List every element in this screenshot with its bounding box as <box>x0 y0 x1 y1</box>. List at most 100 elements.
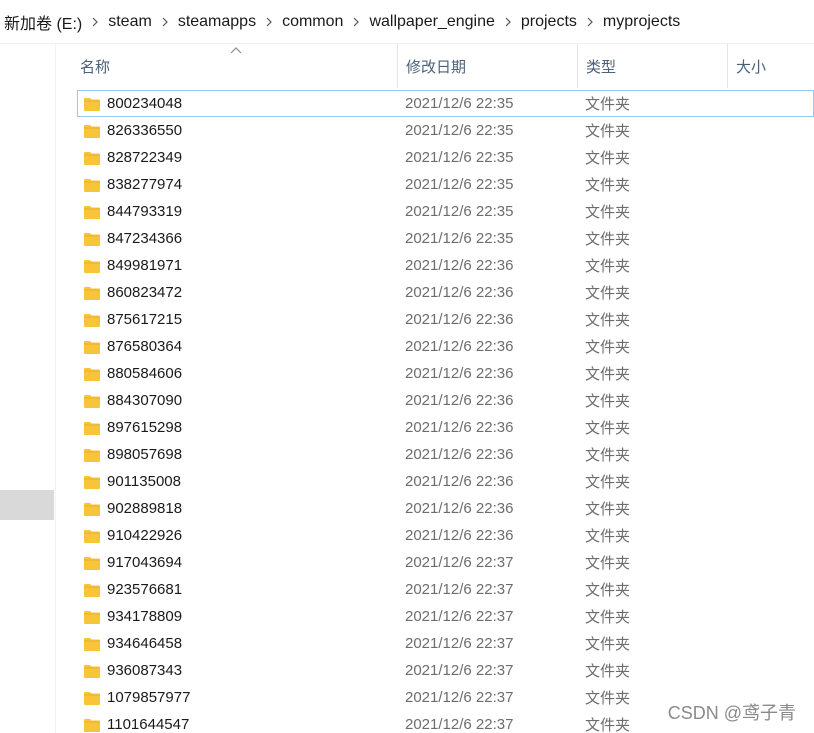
folder-icon <box>84 151 100 165</box>
nav-selected-item[interactable] <box>0 490 54 520</box>
folder-icon <box>84 124 100 138</box>
table-row[interactable]: 936087343 2021/12/6 22:37 文件夹 <box>56 657 814 684</box>
row-type: 文件夹 <box>585 717 631 733</box>
row-name: 838277974 <box>107 176 183 193</box>
row-name: 860823472 <box>107 284 183 301</box>
column-size-label: 大小 <box>736 58 767 76</box>
column-name-label: 名称 <box>80 58 111 76</box>
table-row[interactable]: 826336550 2021/12/6 22:35 文件夹 <box>56 117 814 144</box>
row-type: 文件夹 <box>585 663 631 680</box>
column-header: 名称 修改日期 类型 大小 <box>56 44 814 88</box>
chevron-right-icon[interactable] <box>343 17 369 27</box>
row-name-cell: 1079857977 <box>84 684 190 711</box>
row-type: 文件夹 <box>585 690 631 707</box>
table-row[interactable]: 800234048 2021/12/6 22:35 文件夹 <box>77 90 814 117</box>
row-date: 2021/12/6 22:35 <box>405 95 514 112</box>
row-type: 文件夹 <box>585 96 631 113</box>
table-row[interactable]: 876580364 2021/12/6 22:36 文件夹 <box>56 333 814 360</box>
row-date: 2021/12/6 22:36 <box>405 392 514 409</box>
table-row[interactable]: 910422926 2021/12/6 22:36 文件夹 <box>56 522 814 549</box>
column-date-header[interactable]: 修改日期 <box>400 44 578 88</box>
row-type: 文件夹 <box>585 258 631 275</box>
file-list: 800234048 2021/12/6 22:35 文件夹 826336550 2021… <box>56 90 814 733</box>
table-row[interactable]: 898057698 2021/12/6 22:36 文件夹 <box>56 441 814 468</box>
sort-up-icon <box>230 47 242 54</box>
row-date: 2021/12/6 22:36 <box>405 284 514 301</box>
table-row[interactable]: 828722349 2021/12/6 22:35 文件夹 <box>56 144 814 171</box>
breadcrumb-item[interactable]: steamapps <box>178 13 256 31</box>
table-row[interactable]: 860823472 2021/12/6 22:36 文件夹 <box>56 279 814 306</box>
folder-icon <box>84 448 100 462</box>
table-row[interactable]: 902889818 2021/12/6 22:36 文件夹 <box>56 495 814 522</box>
row-date: 2021/12/6 22:36 <box>405 446 514 463</box>
table-row[interactable]: 884307090 2021/12/6 22:36 文件夹 <box>56 387 814 414</box>
row-name: 800234048 <box>107 95 183 112</box>
row-name-cell: 876580364 <box>84 333 182 360</box>
row-name: 936087343 <box>107 662 183 679</box>
table-row[interactable]: 923576681 2021/12/6 22:37 文件夹 <box>56 576 814 603</box>
table-row[interactable]: 880584606 2021/12/6 22:36 文件夹 <box>56 360 814 387</box>
column-size-header[interactable]: 大小 <box>730 44 814 88</box>
breadcrumb-item[interactable]: projects <box>521 13 577 31</box>
row-type: 文件夹 <box>585 528 631 545</box>
row-date: 2021/12/6 22:37 <box>405 716 514 733</box>
chevron-right-icon[interactable] <box>152 17 178 27</box>
folder-icon <box>84 502 100 516</box>
row-name: 902889818 <box>107 500 183 517</box>
table-row[interactable]: 901135008 2021/12/6 22:36 文件夹 <box>56 468 814 495</box>
table-row[interactable]: 838277974 2021/12/6 22:35 文件夹 <box>56 171 814 198</box>
table-row[interactable]: 934646458 2021/12/6 22:37 文件夹 <box>56 630 814 657</box>
chevron-right-icon[interactable] <box>82 17 108 27</box>
column-date-label: 修改日期 <box>406 58 467 76</box>
breadcrumb-item[interactable]: wallpaper_engine <box>369 13 494 31</box>
row-name-cell: 847234366 <box>84 225 182 252</box>
table-row[interactable]: 844793319 2021/12/6 22:35 文件夹 <box>56 198 814 225</box>
breadcrumb-item[interactable]: common <box>282 13 343 31</box>
table-row[interactable]: 849981971 2021/12/6 22:36 文件夹 <box>56 252 814 279</box>
breadcrumb-item[interactable]: 新加卷 (E:) <box>4 10 82 34</box>
table-row[interactable]: 897615298 2021/12/6 22:36 文件夹 <box>56 414 814 441</box>
table-row[interactable]: 917043694 2021/12/6 22:37 文件夹 <box>56 549 814 576</box>
chevron-right-icon[interactable] <box>577 17 603 27</box>
table-row[interactable]: 934178809 2021/12/6 22:37 文件夹 <box>56 603 814 630</box>
row-name: 897615298 <box>107 419 183 436</box>
row-type: 文件夹 <box>585 177 631 194</box>
folder-icon <box>84 259 100 273</box>
folder-icon <box>84 421 100 435</box>
row-name-cell: 936087343 <box>84 657 182 684</box>
folder-icon <box>84 610 100 624</box>
row-date: 2021/12/6 22:35 <box>405 149 514 166</box>
row-name-cell: 917043694 <box>84 549 182 576</box>
table-row[interactable]: 847234366 2021/12/6 22:35 文件夹 <box>56 225 814 252</box>
row-name-cell: 934178809 <box>84 603 182 630</box>
chevron-right-icon[interactable] <box>495 17 521 27</box>
chevron-right-icon[interactable] <box>256 17 282 27</box>
row-name-cell: 923576681 <box>84 576 182 603</box>
row-date: 2021/12/6 22:36 <box>405 473 514 490</box>
row-type: 文件夹 <box>585 582 631 599</box>
row-name: 849981971 <box>107 257 183 274</box>
row-type: 文件夹 <box>585 447 631 464</box>
column-type-header[interactable]: 类型 <box>580 44 728 88</box>
folder-icon <box>84 556 100 570</box>
row-date: 2021/12/6 22:37 <box>405 554 514 571</box>
row-name-cell: 880584606 <box>84 360 182 387</box>
breadcrumb-item[interactable]: myprojects <box>603 13 680 31</box>
row-name: 847234366 <box>107 230 183 247</box>
row-date: 2021/12/6 22:36 <box>405 365 514 382</box>
row-date: 2021/12/6 22:36 <box>405 338 514 355</box>
row-name-cell: 902889818 <box>84 495 182 522</box>
row-type: 文件夹 <box>585 150 631 167</box>
row-type: 文件夹 <box>585 123 631 140</box>
row-type: 文件夹 <box>585 339 631 356</box>
row-type: 文件夹 <box>585 420 631 437</box>
row-date: 2021/12/6 22:37 <box>405 581 514 598</box>
table-row[interactable]: 875617215 2021/12/6 22:36 文件夹 <box>56 306 814 333</box>
row-date: 2021/12/6 22:35 <box>405 203 514 220</box>
row-date: 2021/12/6 22:35 <box>405 230 514 247</box>
row-type: 文件夹 <box>585 555 631 572</box>
breadcrumb-item[interactable]: steam <box>108 13 152 31</box>
navigation-pane[interactable] <box>0 44 56 733</box>
folder-icon <box>84 637 100 651</box>
row-type: 文件夹 <box>585 312 631 329</box>
